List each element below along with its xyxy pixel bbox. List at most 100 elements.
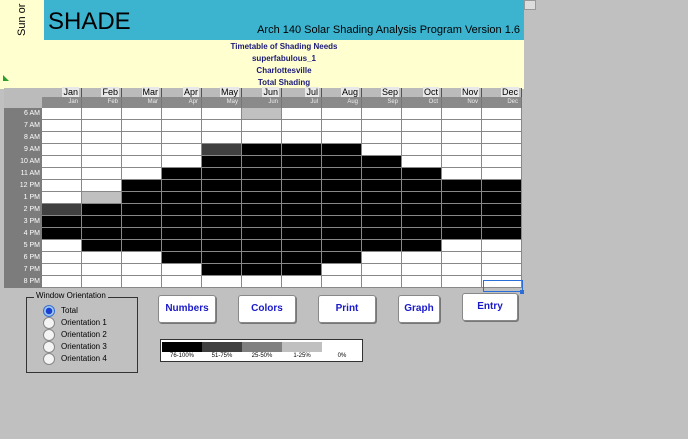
shading-cell[interactable] bbox=[442, 240, 482, 252]
shading-cell[interactable] bbox=[282, 228, 322, 240]
shading-cell[interactable] bbox=[442, 108, 482, 120]
shading-cell[interactable] bbox=[282, 120, 322, 132]
shading-cell[interactable] bbox=[242, 192, 282, 204]
shading-cell[interactable] bbox=[122, 156, 162, 168]
shading-cell[interactable] bbox=[162, 180, 202, 192]
orientation-option[interactable]: Orientation 4 bbox=[43, 353, 133, 365]
shading-cell[interactable] bbox=[362, 204, 402, 216]
shading-cell[interactable] bbox=[482, 204, 522, 216]
shading-cell[interactable] bbox=[402, 264, 442, 276]
shading-cell[interactable] bbox=[322, 132, 362, 144]
shading-cell[interactable] bbox=[122, 120, 162, 132]
shading-cell[interactable] bbox=[282, 252, 322, 264]
shading-cell[interactable] bbox=[402, 120, 442, 132]
shading-cell[interactable] bbox=[82, 168, 122, 180]
shading-cell[interactable] bbox=[442, 156, 482, 168]
shading-cell[interactable] bbox=[322, 156, 362, 168]
shading-cell[interactable] bbox=[282, 108, 322, 120]
radio-button[interactable] bbox=[43, 353, 55, 365]
shading-cell[interactable] bbox=[442, 252, 482, 264]
shading-cell[interactable] bbox=[42, 240, 82, 252]
shading-cell[interactable] bbox=[122, 192, 162, 204]
shading-cell[interactable] bbox=[482, 252, 522, 264]
shading-cell[interactable] bbox=[202, 180, 242, 192]
orientation-option[interactable]: Orientation 3 bbox=[43, 341, 133, 353]
shading-cell[interactable] bbox=[162, 276, 202, 288]
shading-cell[interactable] bbox=[122, 180, 162, 192]
shading-cell[interactable] bbox=[42, 204, 82, 216]
shading-cell[interactable] bbox=[442, 228, 482, 240]
selected-cell[interactable] bbox=[483, 280, 523, 292]
shading-cell[interactable] bbox=[82, 252, 122, 264]
shading-cell[interactable] bbox=[322, 204, 362, 216]
shading-cell[interactable] bbox=[242, 132, 282, 144]
shading-cell[interactable] bbox=[42, 144, 82, 156]
shading-cell[interactable] bbox=[122, 228, 162, 240]
shading-cell[interactable] bbox=[242, 240, 282, 252]
shading-cell[interactable] bbox=[362, 108, 402, 120]
shading-cell[interactable] bbox=[322, 192, 362, 204]
shading-cell[interactable] bbox=[362, 252, 402, 264]
orientation-option[interactable]: Orientation 2 bbox=[43, 329, 133, 341]
shading-cell[interactable] bbox=[82, 108, 122, 120]
radio-button[interactable] bbox=[43, 341, 55, 353]
shading-cell[interactable] bbox=[82, 276, 122, 288]
shading-cell[interactable] bbox=[162, 252, 202, 264]
shading-cell[interactable] bbox=[42, 228, 82, 240]
shading-cell[interactable] bbox=[202, 252, 242, 264]
shading-cell[interactable] bbox=[202, 264, 242, 276]
shading-cell[interactable] bbox=[42, 252, 82, 264]
shading-cell[interactable] bbox=[282, 204, 322, 216]
shading-cell[interactable] bbox=[242, 180, 282, 192]
shading-cell[interactable] bbox=[322, 120, 362, 132]
shading-cell[interactable] bbox=[402, 168, 442, 180]
shading-cell[interactable] bbox=[442, 276, 482, 288]
shading-cell[interactable] bbox=[402, 192, 442, 204]
graph-button[interactable]: Graph bbox=[398, 295, 440, 323]
shading-cell[interactable] bbox=[402, 180, 442, 192]
shading-cell[interactable] bbox=[402, 228, 442, 240]
shading-cell[interactable] bbox=[122, 240, 162, 252]
shading-cell[interactable] bbox=[402, 132, 442, 144]
shading-cell[interactable] bbox=[202, 228, 242, 240]
shading-cell[interactable] bbox=[442, 204, 482, 216]
shading-cell[interactable] bbox=[82, 156, 122, 168]
shading-cell[interactable] bbox=[282, 132, 322, 144]
shading-cell[interactable] bbox=[282, 216, 322, 228]
shading-cell[interactable] bbox=[242, 264, 282, 276]
shading-cell[interactable] bbox=[362, 144, 402, 156]
shading-cell[interactable] bbox=[362, 120, 402, 132]
shading-cell[interactable] bbox=[362, 168, 402, 180]
shading-cell[interactable] bbox=[202, 108, 242, 120]
shading-cell[interactable] bbox=[402, 216, 442, 228]
shading-cell[interactable] bbox=[202, 204, 242, 216]
shading-cell[interactable] bbox=[482, 108, 522, 120]
shading-cell[interactable] bbox=[82, 264, 122, 276]
shading-cell[interactable] bbox=[322, 168, 362, 180]
shading-cell[interactable] bbox=[322, 276, 362, 288]
shading-cell[interactable] bbox=[482, 156, 522, 168]
shading-cell[interactable] bbox=[402, 276, 442, 288]
shading-cell[interactable] bbox=[442, 168, 482, 180]
shading-cell[interactable] bbox=[362, 276, 402, 288]
shading-cell[interactable] bbox=[82, 120, 122, 132]
shading-cell[interactable] bbox=[82, 144, 122, 156]
shading-cell[interactable] bbox=[42, 132, 82, 144]
shading-cell[interactable] bbox=[42, 264, 82, 276]
shading-cell[interactable] bbox=[162, 192, 202, 204]
radio-button[interactable] bbox=[43, 317, 55, 329]
shading-cell[interactable] bbox=[42, 120, 82, 132]
shading-cell[interactable] bbox=[362, 132, 402, 144]
shading-cell[interactable] bbox=[282, 276, 322, 288]
shading-cell[interactable] bbox=[42, 276, 82, 288]
shading-cell[interactable] bbox=[242, 276, 282, 288]
shading-cell[interactable] bbox=[162, 120, 202, 132]
shading-cell[interactable] bbox=[42, 192, 82, 204]
shading-cell[interactable] bbox=[242, 144, 282, 156]
shading-cell[interactable] bbox=[322, 144, 362, 156]
shading-cell[interactable] bbox=[322, 180, 362, 192]
shading-cell[interactable] bbox=[482, 228, 522, 240]
shading-cell[interactable] bbox=[482, 120, 522, 132]
numbers-button[interactable]: Numbers bbox=[158, 295, 216, 323]
shading-cell[interactable] bbox=[122, 108, 162, 120]
